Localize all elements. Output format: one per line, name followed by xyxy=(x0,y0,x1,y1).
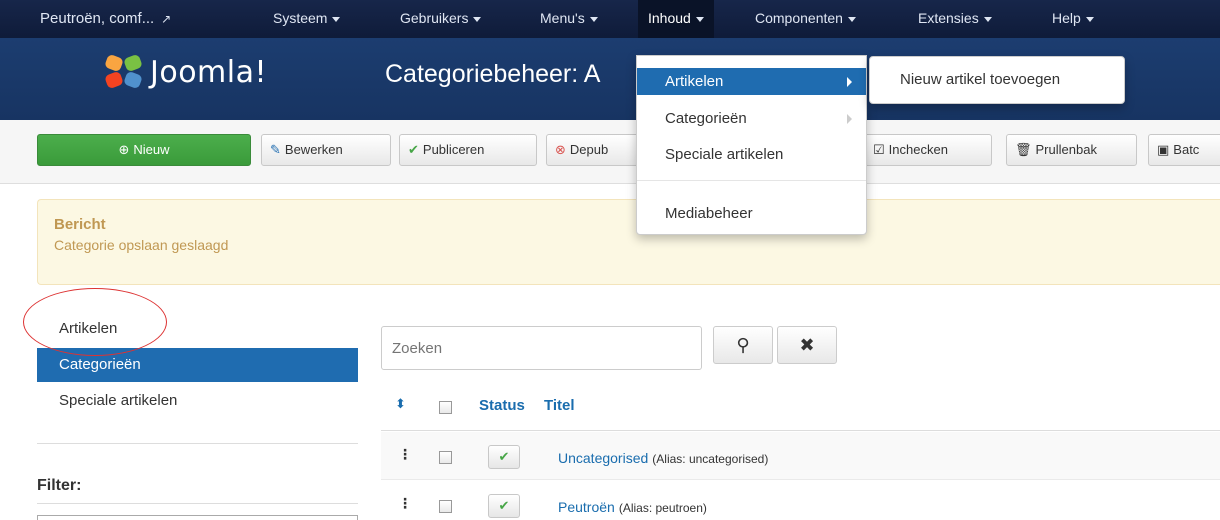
checkin-button-label: Inchecken xyxy=(888,142,948,157)
cancel-circle-icon: ⊗ xyxy=(555,142,566,157)
menu-item-nieuw-artikel[interactable]: Nieuw artikel toevoegen xyxy=(900,71,1060,88)
page-title: Categoriebeheer: A xyxy=(385,60,601,88)
trash-button-label: Prullenbak xyxy=(1035,142,1097,157)
menu-item-mediabeheer[interactable]: Mediabeheer xyxy=(637,200,866,227)
close-icon: ✖ xyxy=(799,335,815,355)
chevron-right-icon xyxy=(847,114,852,124)
plus-circle-icon: ⊕ xyxy=(118,142,130,157)
status-column-header[interactable]: Status xyxy=(479,397,525,414)
system-message: Bericht Categorie opslaan geslaagd xyxy=(37,199,1220,285)
batch-icon: ▣ xyxy=(1157,142,1170,157)
caret-down-icon xyxy=(473,16,482,22)
status-toggle-button[interactable]: ✔ xyxy=(488,494,520,518)
caret-down-icon xyxy=(983,16,992,22)
menu-extensies-label: Extensies xyxy=(918,10,979,26)
menu-item-label: Artikelen xyxy=(665,73,724,90)
menu-item-artikelen[interactable]: Artikelen xyxy=(637,68,866,95)
sidebar-item-speciale-artikelen[interactable]: Speciale artikelen xyxy=(37,384,358,418)
toolbar: ⊕ Nieuw ✎ Bewerken ✔ Publiceren ⊗ Depub ☑ Inc… xyxy=(0,120,1220,184)
search-icon: ⚲ xyxy=(736,335,750,355)
new-button-label: Nieuw xyxy=(133,142,170,157)
caret-down-icon xyxy=(332,16,341,22)
clear-search-button[interactable]: ✖ xyxy=(777,326,837,364)
caret-down-icon xyxy=(1085,16,1094,22)
menu-item-label: Categorieën xyxy=(665,110,747,127)
new-button[interactable]: ⊕ Nieuw xyxy=(37,134,251,166)
filter-select[interactable] xyxy=(37,515,358,520)
caret-down-icon xyxy=(847,16,856,22)
check-icon: ✔ xyxy=(498,449,510,464)
trash-button[interactable]: 🗑 Prullenbak xyxy=(1006,134,1137,166)
filter-heading: Filter: xyxy=(37,477,82,494)
menu-item-label: Speciale artikelen xyxy=(665,146,784,163)
artikelen-submenu: Nieuw artikel toevoegen xyxy=(869,56,1125,104)
status-toggle-button[interactable]: ✔ xyxy=(488,445,520,469)
menu-systeem-label: Systeem xyxy=(273,10,328,26)
unpublish-button-label: Depub xyxy=(569,142,609,157)
menu-divider xyxy=(637,180,866,181)
menu-item-categorieen[interactable]: Categorieën xyxy=(637,105,866,132)
category-title: Peutroën xyxy=(558,499,615,515)
message-body: Categorie opslaan geslaagd xyxy=(54,237,229,253)
menu-item-speciale-artikelen[interactable]: Speciale artikelen xyxy=(637,141,866,168)
publish-button[interactable]: ✔ Publiceren xyxy=(399,134,537,166)
edit-button[interactable]: ✎ Bewerken xyxy=(261,134,391,166)
inhoud-dropdown-menu: Artikelen Categorieën Speciale artikelen… xyxy=(636,55,867,235)
menu-item-label: Mediabeheer xyxy=(665,205,753,222)
batch-button-label: Batc xyxy=(1173,142,1200,157)
divider xyxy=(37,443,358,444)
trash-icon: 🗑 xyxy=(1015,142,1032,157)
menu-help-label: Help xyxy=(1052,10,1081,26)
menu-gebruikers-label: Gebruikers xyxy=(400,10,469,26)
category-title: Uncategorised xyxy=(558,450,649,466)
menu-inhoud-label: Inhoud xyxy=(648,10,691,26)
external-link-icon: ↗ xyxy=(161,12,172,26)
sidebar-item-label: Categorieën xyxy=(59,356,141,373)
row-checkbox[interactable] xyxy=(439,451,452,464)
sort-icon[interactable]: ⬍ xyxy=(395,396,406,412)
menu-componenten-label: Componenten xyxy=(755,10,843,26)
batch-button[interactable]: ▣ Batc xyxy=(1148,134,1220,166)
unpublish-button[interactable]: ⊗ Depub xyxy=(546,134,646,166)
site-name: Peutroën, comf... xyxy=(40,10,155,27)
title-column-header[interactable]: Titel xyxy=(544,397,575,414)
joomla-logo[interactable]: Joomla! xyxy=(104,52,267,92)
message-heading: Bericht xyxy=(54,216,106,233)
category-title-link[interactable]: Uncategorised (Alias: uncategorised) xyxy=(558,450,768,466)
check-icon: ✔ xyxy=(408,142,419,157)
category-alias: (Alias: uncategorised) xyxy=(652,452,769,466)
select-all-checkbox[interactable] xyxy=(439,401,452,414)
row-checkbox[interactable] xyxy=(439,500,452,513)
search-input[interactable] xyxy=(381,326,702,370)
check-icon: ✔ xyxy=(498,498,510,513)
drag-handle-icon[interactable]: ⋮ xyxy=(398,495,412,512)
search-button[interactable]: ⚲ xyxy=(713,326,773,364)
edit-button-label: Bewerken xyxy=(284,142,343,157)
table-row: ⋮ ✔ Uncategorised (Alias: uncategorised) xyxy=(381,432,1220,480)
table-header: ⬍ Status Titel xyxy=(381,383,1220,431)
caret-down-icon xyxy=(589,16,598,22)
checkbox-icon: ☑ xyxy=(873,142,885,157)
edit-icon: ✎ xyxy=(270,142,281,157)
category-title-link[interactable]: Peutroën (Alias: peutroen) xyxy=(558,499,707,515)
publish-button-label: Publiceren xyxy=(422,142,485,157)
caret-down-icon xyxy=(695,16,704,22)
logo-text: Joomla! xyxy=(150,54,268,90)
chevron-right-icon xyxy=(847,77,852,87)
joomla-logo-icon xyxy=(105,55,142,88)
sidebar-item-label: Speciale artikelen xyxy=(59,392,178,409)
divider xyxy=(37,503,358,504)
menu-menus-label: Menu's xyxy=(540,10,585,26)
menu-inhoud[interactable]: Inhoud xyxy=(638,0,714,38)
category-alias: (Alias: peutroen) xyxy=(618,501,707,515)
drag-handle-icon[interactable]: ⋮ xyxy=(398,446,412,463)
table-row: ⋮ ✔ Peutroën (Alias: peutroen) xyxy=(381,481,1220,520)
checkin-button[interactable]: ☑ Inchecken xyxy=(864,134,992,166)
annotation-ellipse xyxy=(23,288,167,356)
